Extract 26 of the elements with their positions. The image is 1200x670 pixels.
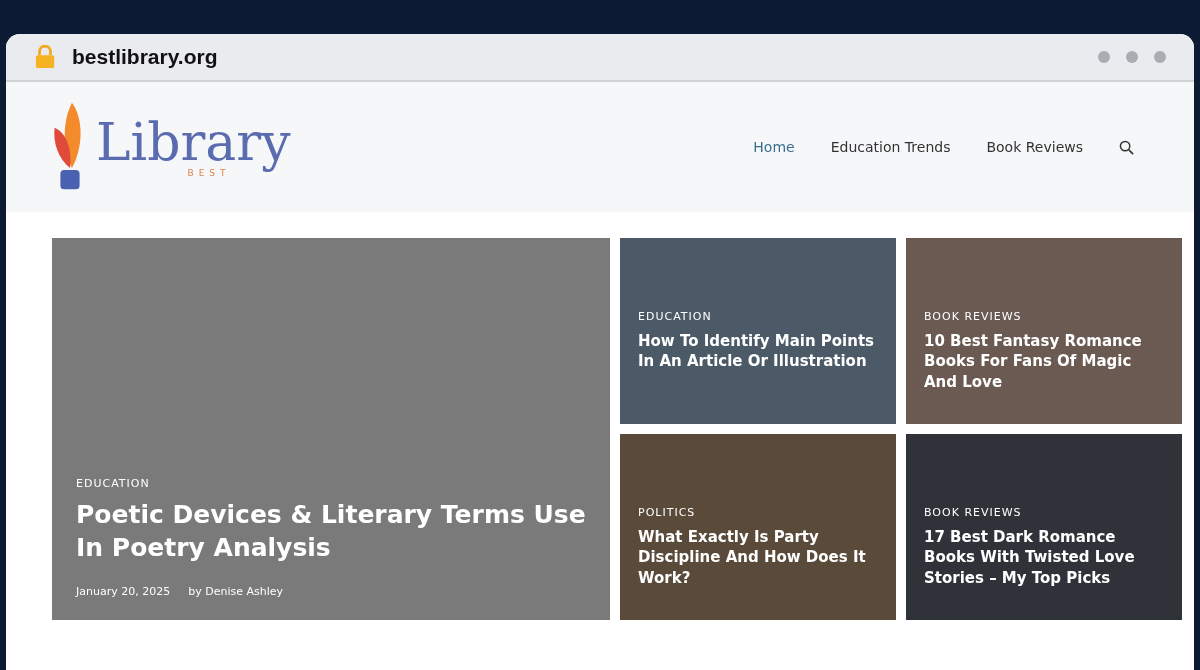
post-title[interactable]: 17 Best Dark Romance Books With Twisted Love Stories – My Top Picks [924,527,1164,588]
nav-link[interactable]: Book Reviews [986,139,1083,155]
post-author[interactable]: by Denise Ashley [188,585,283,598]
featured-post-card[interactable]: EDUCATION Poetic Devices & Literary Terms Use In Poetry Analysis January 20, 2025 by Denise Ashley [52,238,610,620]
window-dot-icon [1126,51,1138,63]
post-card[interactable]: BOOK REVIEWS 10 Best Fantasy Romance Books For Fans Of Magic And Love [906,238,1182,424]
window-dot-icon [1098,51,1110,63]
lock-icon [34,45,56,69]
post-category[interactable]: BOOK REVIEWS [924,310,1022,323]
post-title[interactable]: 10 Best Fantasy Romance Books For Fans Of Magic And Love [924,331,1164,392]
nav-link[interactable]: Education Trends [830,139,951,155]
post-title[interactable]: How To Identify Main Points In An Article Or Illustration [638,331,878,372]
post-card[interactable]: EDUCATION How To Identify Main Points In An Article Or Illustration [620,238,896,424]
post-card[interactable]: BOOK REVIEWS 17 Best Dark Romance Books With Twisted Love Stories – My Top Picks [906,434,1182,620]
window-dot-icon [1154,51,1166,63]
post-category[interactable]: BOOK REVIEWS [924,506,1022,519]
post-card[interactable]: POLITICS What Exactly Is Party Discipline And How Does It Work? [620,434,896,620]
post-category[interactable]: POLITICS [638,506,696,519]
nav-link[interactable]: Home [753,139,795,155]
post-category[interactable]: EDUCATION [638,310,712,323]
post-date: January 20, 2025 [76,585,171,598]
post-title[interactable]: Poetic Devices & Literary Terms Use In Poetry Analysis [76,497,586,565]
address-text[interactable]: bestlibrary.org [72,45,218,69]
search-icon[interactable] [1119,139,1134,155]
post-title[interactable]: What Exactly Is Party Discipline And How Does It Work? [638,527,878,588]
post-category[interactable]: EDUCATION [76,476,150,490]
